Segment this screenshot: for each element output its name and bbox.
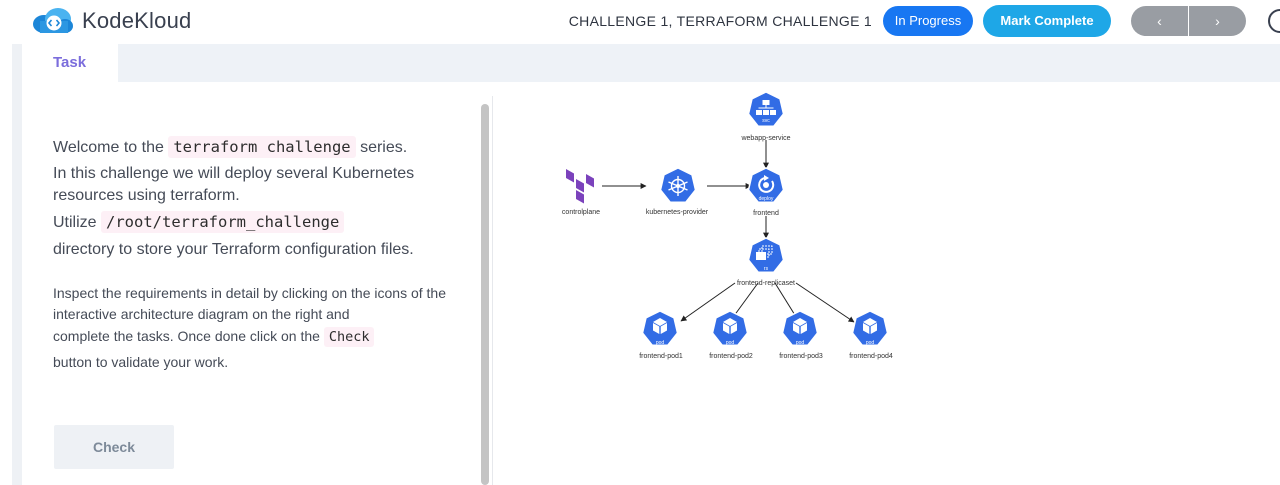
node-label-frontend-replicaset: frontend-replicaset [737,280,795,287]
task-panel: Welcome to the terraform challenge serie… [22,82,477,485]
task-paragraph-inspect: Inspect the requirements in detail by cl… [53,285,446,322]
task-paragraph-utilize: Utilize /root/terraform_challenge [53,211,448,234]
panel-divider[interactable] [492,96,493,485]
task-paragraph-validate: button to validate your work. [53,354,229,370]
challenge-nav: ‹ › [1131,6,1246,36]
tab-task[interactable]: Task [22,44,118,82]
architecture-diagram: controlplane kubernetes-provider svc web… [562,91,893,360]
node-label-frontend-pod3: frontend-pod3 [779,353,823,360]
task-text: series. [355,139,408,156]
settings-icon[interactable] [1268,9,1280,33]
chevron-right-icon: › [1215,13,1220,29]
kodekloud-logo[interactable]: KodeKloud [32,7,191,35]
icon-tag-deploy: deploy [759,196,774,202]
previous-button[interactable]: ‹ [1131,6,1189,36]
icon-tag-pod: pod [726,340,735,346]
task-paragraph-intro: In this challenge we will deploy several… [53,165,415,204]
node-kubernetes-provider[interactable]: kubernetes-provider [646,167,709,216]
task-text: Utilize [53,214,102,231]
node-frontend-pod4[interactable]: pod frontend-pod4 [849,310,893,360]
scrollbar-thumb[interactable] [481,104,489,485]
chevron-left-icon: ‹ [1157,13,1162,29]
node-webapp-service[interactable]: svc webapp-service [740,91,791,142]
code-check: Check [323,327,375,347]
node-frontend-pod2[interactable]: pod frontend-pod2 [709,310,753,360]
brand-name: KodeKloud [82,8,192,33]
task-paragraph-welcome: Welcome to the terraform challenge serie… [53,136,448,159]
icon-tag-pod: pod [866,340,875,346]
next-button[interactable]: › [1189,6,1246,36]
icon-tag-rs: rs [764,266,769,272]
node-frontend-pod3[interactable]: pod frontend-pod3 [779,310,823,360]
icon-tag-pod: pod [656,340,665,346]
node-frontend-pod1[interactable]: pod frontend-pod1 [639,310,683,360]
in-progress-button[interactable]: In Progress [883,6,973,36]
task-text: complete the tasks. Once done click on t… [53,328,324,344]
node-frontend-replicaset[interactable]: rs frontend-replicaset [737,237,795,287]
node-label-controlplane: controlplane [562,209,600,216]
task-paragraph-complete: complete the tasks. Once done click on t… [53,326,448,348]
top-header: KodeKloud CHALLENGE 1, TERRAFORM CHALLEN… [0,0,1280,44]
task-paragraph-directory: directory to store your Terraform config… [53,241,414,258]
challenge-title: CHALLENGE 1, TERRAFORM CHALLENGE 1 [568,13,872,29]
node-label-frontend-pod4: frontend-pod4 [849,353,893,360]
check-button[interactable]: Check [54,425,174,469]
left-strip [12,44,22,485]
cloud-code-icon [33,8,73,33]
node-label-frontend-pod2: frontend-pod2 [709,353,753,360]
mark-complete-button[interactable]: Mark Complete [983,5,1111,37]
diagram-edges [602,140,855,323]
node-label-frontend-pod1: frontend-pod1 [639,353,683,360]
node-controlplane[interactable]: controlplane [562,169,600,216]
terraform-icon [566,169,594,204]
icon-tag-pod: pod [796,340,805,346]
node-frontend[interactable]: deploy frontend [747,167,785,217]
node-label-frontend: frontend [753,210,779,217]
tab-bar [22,44,1280,82]
code-terraform-challenge: terraform challenge [168,136,356,158]
node-label-webapp-service: webapp-service [740,135,790,142]
node-label-kubernetes-provider: kubernetes-provider [646,209,709,216]
task-text: Welcome to the [53,139,169,156]
code-directory-path: /root/terraform_challenge [101,211,345,233]
icon-tag-svc: svc [762,118,770,124]
